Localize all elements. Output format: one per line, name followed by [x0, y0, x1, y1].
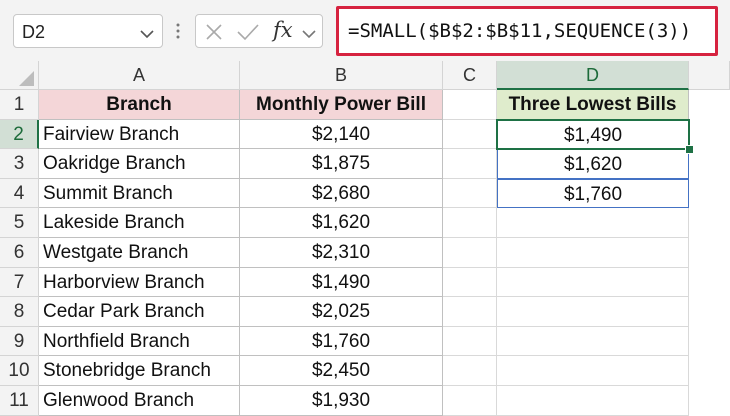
- row-header-5[interactable]: 5: [0, 208, 39, 238]
- empty-cell[interactable]: [443, 386, 497, 416]
- row-header-10[interactable]: 10: [0, 356, 39, 386]
- bill-cell[interactable]: $2,310: [240, 238, 443, 268]
- enter-check-icon[interactable]: [236, 22, 260, 47]
- header-three-lowest-bills[interactable]: Three Lowest Bills: [497, 90, 689, 120]
- bill-cell[interactable]: $2,140: [240, 119, 443, 150]
- branch-cell[interactable]: Westgate Branch: [39, 238, 240, 268]
- bill-cell[interactable]: $1,760: [240, 326, 443, 357]
- empty-cell[interactable]: [443, 356, 497, 386]
- row-header-4[interactable]: 4: [0, 178, 39, 209]
- row-header-9[interactable]: 9: [0, 326, 39, 357]
- branch-cell[interactable]: Oakridge Branch: [39, 149, 240, 179]
- formula-text: =SMALL($B$2:$B$11,SEQUENCE(3)): [348, 20, 692, 42]
- empty-cell[interactable]: [443, 267, 497, 298]
- branch-cell[interactable]: Glenwood Branch: [39, 386, 240, 416]
- empty-cell[interactable]: [443, 149, 497, 179]
- column-header-b[interactable]: B: [240, 61, 443, 90]
- bill-cell[interactable]: $2,025: [240, 297, 443, 327]
- branch-cell[interactable]: Harborview Branch: [39, 267, 240, 298]
- column-header-d[interactable]: D: [497, 61, 689, 90]
- bill-cell[interactable]: $2,680: [240, 178, 443, 209]
- active-cell-selection[interactable]: [496, 118, 690, 151]
- cancel-icon[interactable]: [204, 22, 224, 47]
- name-box[interactable]: D2: [13, 14, 163, 48]
- formula-input[interactable]: =SMALL($B$2:$B$11,SEQUENCE(3)): [336, 6, 718, 56]
- header-monthly-power-bill[interactable]: Monthly Power Bill: [240, 90, 443, 120]
- cell-c1[interactable]: [443, 90, 497, 120]
- column-header-c[interactable]: C: [443, 61, 497, 90]
- bill-cell[interactable]: $2,450: [240, 356, 443, 386]
- bill-cell[interactable]: $1,620: [240, 208, 443, 238]
- fill-handle[interactable]: [685, 145, 694, 155]
- row-header-1[interactable]: 1: [0, 90, 39, 120]
- header-branch[interactable]: Branch: [39, 90, 240, 120]
- branch-cell[interactable]: Cedar Park Branch: [39, 297, 240, 327]
- bill-cell[interactable]: $1,490: [240, 267, 443, 298]
- empty-cell[interactable]: [497, 356, 689, 386]
- empty-cell[interactable]: [497, 208, 689, 238]
- more-options-icon[interactable]: [175, 22, 181, 45]
- row-header-3[interactable]: 3: [0, 149, 39, 179]
- branch-cell[interactable]: Fairview Branch: [39, 119, 240, 150]
- branch-cell[interactable]: Summit Branch: [39, 178, 240, 209]
- row-header-8[interactable]: 8: [0, 297, 39, 327]
- empty-cell[interactable]: [497, 297, 689, 327]
- bill-cell[interactable]: $1,930: [240, 386, 443, 416]
- empty-cell[interactable]: [497, 326, 689, 357]
- branch-cell[interactable]: Stonebridge Branch: [39, 356, 240, 386]
- empty-cell[interactable]: [443, 326, 497, 357]
- empty-cell[interactable]: [497, 238, 689, 268]
- name-box-value: D2: [22, 22, 46, 42]
- formula-bar-area: D2 fx =SMALL($B$2:$B$11,SEQUENCE(3)): [0, 0, 730, 61]
- empty-cell[interactable]: [443, 208, 497, 238]
- result-cell[interactable]: $1,620: [497, 149, 689, 179]
- row-header-11[interactable]: 11: [0, 386, 39, 416]
- chevron-down-icon[interactable]: [302, 26, 316, 44]
- bill-cell[interactable]: $1,875: [240, 149, 443, 179]
- row-header-7[interactable]: 7: [0, 267, 39, 298]
- row-header-2[interactable]: 2: [0, 119, 39, 150]
- result-cell[interactable]: $1,760: [497, 178, 689, 209]
- empty-cell[interactable]: [497, 386, 689, 416]
- column-header-e[interactable]: [689, 61, 730, 90]
- branch-cell[interactable]: Lakeside Branch: [39, 208, 240, 238]
- formula-controls: fx: [195, 14, 323, 48]
- column-header-a[interactable]: A: [39, 61, 240, 90]
- empty-cell[interactable]: [443, 297, 497, 327]
- row-header-6[interactable]: 6: [0, 238, 39, 268]
- empty-cell[interactable]: [443, 238, 497, 268]
- select-all-corner[interactable]: [0, 61, 39, 90]
- chevron-down-icon[interactable]: [140, 26, 154, 44]
- insert-function-icon[interactable]: fx: [273, 18, 293, 42]
- empty-cell[interactable]: [443, 119, 497, 150]
- branch-cell[interactable]: Northfield Branch: [39, 326, 240, 357]
- empty-cell[interactable]: [497, 267, 689, 298]
- empty-cell[interactable]: [443, 178, 497, 209]
